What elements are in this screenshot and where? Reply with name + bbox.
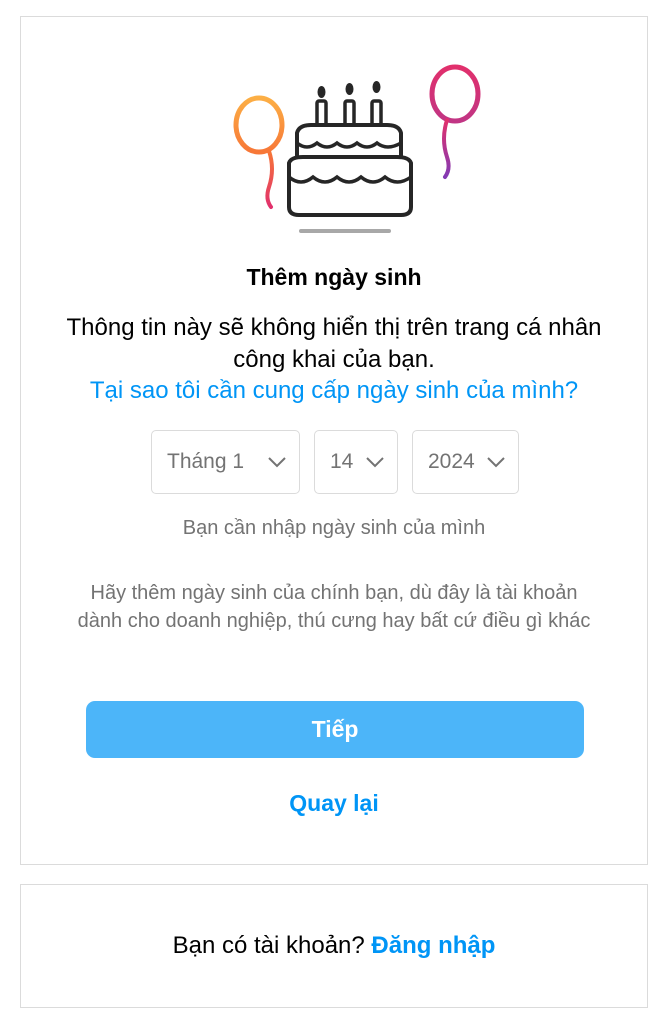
birthday-cake-icon bbox=[233, 64, 481, 233]
chevron-down-icon bbox=[487, 457, 505, 468]
birthday-card: Thêm ngày sinh Thông tin này sẽ không hi… bbox=[20, 16, 648, 865]
why-birthday-link[interactable]: Tại sao tôi cần cung cấp ngày sinh của m… bbox=[21, 377, 647, 405]
year-select[interactable]: 2024 bbox=[412, 430, 519, 494]
month-select[interactable]: Tháng 1 bbox=[151, 430, 300, 494]
back-link[interactable]: Quay lại bbox=[21, 790, 647, 817]
birthday-note: Hãy thêm ngày sinh của chính bạn, dù đây… bbox=[77, 582, 591, 632]
chevron-down-icon bbox=[268, 457, 286, 468]
birthday-description: Thông tin này sẽ không hiển thị trên tra… bbox=[66, 314, 602, 373]
login-card: Bạn có tài khoản? Đăng nhập bbox=[20, 884, 648, 1008]
page-title: Thêm ngày sinh bbox=[246, 264, 422, 290]
year-value: 2024 bbox=[428, 450, 475, 473]
chevron-down-icon bbox=[366, 457, 384, 468]
login-link[interactable]: Đăng nhập bbox=[371, 932, 495, 959]
birthday-hint: Bạn cần nhập ngày sinh của mình bbox=[182, 517, 486, 539]
month-value: Tháng 1 bbox=[167, 450, 245, 473]
day-value: 14 bbox=[330, 450, 354, 473]
next-button[interactable]: Tiếp bbox=[86, 701, 584, 758]
day-select[interactable]: 14 bbox=[314, 430, 398, 494]
login-prompt: Bạn có tài khoản? bbox=[172, 932, 365, 959]
login-prompt-line: Bạn có tài khoản? Đăng nhập bbox=[21, 932, 647, 960]
